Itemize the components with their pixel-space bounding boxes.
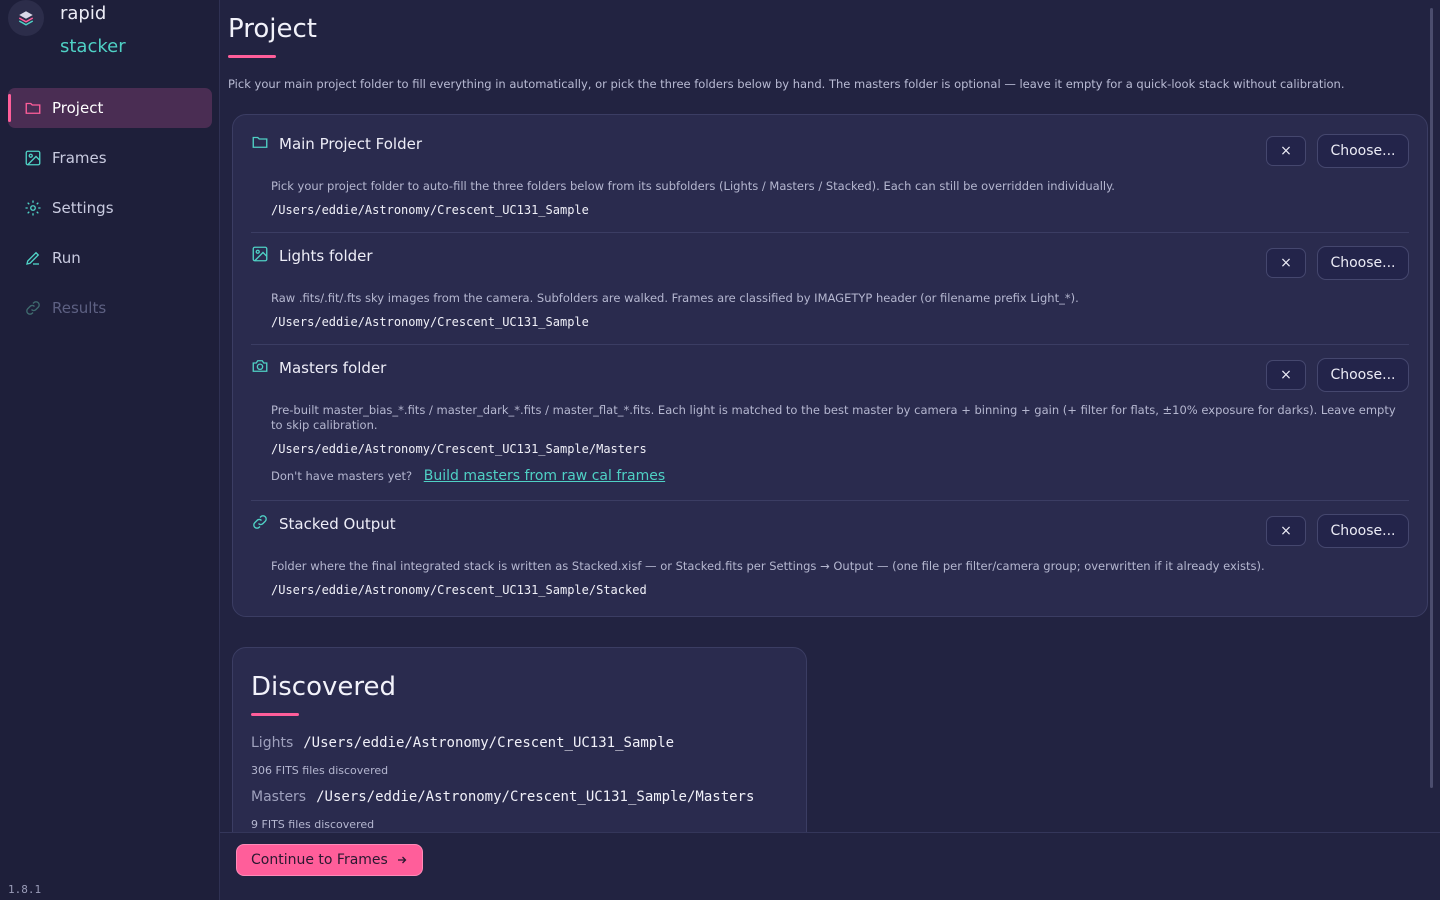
link-icon <box>24 299 42 317</box>
camera-icon <box>251 357 269 375</box>
section-description: Pick your project folder to auto-fill th… <box>271 179 1115 193</box>
sidebar-item-label: Settings <box>52 199 114 217</box>
section-main-project-folder: Main Project Folder × Choose... Pick you… <box>233 115 1427 233</box>
clear-button[interactable]: × <box>1266 360 1306 390</box>
section-title: Lights folder <box>279 247 373 265</box>
sidebar-item-settings[interactable]: Settings <box>8 188 212 228</box>
version-label: 1.8.1 <box>8 883 42 896</box>
sidebar-item-results[interactable]: Results <box>8 288 212 328</box>
arrow-right-icon <box>396 854 408 866</box>
brand-name-line1: rapid <box>60 3 107 24</box>
build-masters-link[interactable]: Build masters from raw cal frames <box>424 468 665 484</box>
discovered-lights-count: 306 FITS files discovered <box>251 764 389 777</box>
choose-button[interactable]: Choose... <box>1317 246 1409 280</box>
section-masters-folder: Masters folder × Choose... Pre-built mas… <box>233 339 1427 499</box>
clear-button[interactable]: × <box>1266 516 1306 546</box>
image-icon <box>251 245 269 263</box>
pen-icon <box>24 249 42 267</box>
folder-path: /Users/eddie/Astronomy/Crescent_UC131_Sa… <box>271 442 647 456</box>
masters-hint-text: Don't have masters yet? <box>271 469 413 483</box>
folder-path: /Users/eddie/Astronomy/Crescent_UC131_Sa… <box>271 203 589 217</box>
title-underline <box>228 55 276 58</box>
clear-button[interactable]: × <box>1266 248 1306 278</box>
clear-button[interactable]: × <box>1266 136 1306 166</box>
folders-card: Main Project Folder × Choose... Pick you… <box>232 114 1428 617</box>
sidebar-item-label: Frames <box>52 149 107 167</box>
section-title: Stacked Output <box>279 515 396 533</box>
discovered-masters-row: Masters/Users/eddie/Astronomy/Crescent_U… <box>251 789 754 805</box>
footer-bar: Continue to Frames <box>220 832 1440 900</box>
section-description: Pre-built master_bias_*.fits / master_da… <box>271 403 1396 432</box>
section-stacked-output: Stacked Output × Choose... Folder where … <box>233 495 1427 613</box>
page-title: Project <box>228 14 317 44</box>
discovered-title: Discovered <box>251 672 396 702</box>
main-content: Project Pick your main project folder to… <box>220 0 1440 900</box>
sidebar-item-label: Results <box>52 299 107 317</box>
sidebar-nav: Project Frames Settings Run Results <box>8 88 212 338</box>
brand-name-line2: stacker <box>60 36 126 57</box>
discovered-card: Discovered Lights/Users/eddie/Astronomy/… <box>232 647 807 847</box>
sidebar-item-project[interactable]: Project <box>8 88 212 128</box>
link-icon <box>251 513 269 531</box>
section-description: Folder where the final integrated stack … <box>271 559 1265 573</box>
section-title: Masters folder <box>279 359 387 377</box>
discovered-masters-count: 9 FITS files discovered <box>251 818 375 831</box>
choose-button[interactable]: Choose... <box>1317 358 1409 392</box>
sidebar-item-frames[interactable]: Frames <box>8 138 212 178</box>
folder-path: /Users/eddie/Astronomy/Crescent_UC131_Sa… <box>271 315 589 329</box>
discovered-masters-label: Masters <box>251 789 307 805</box>
sidebar: rapid stacker Project Frames Settings Ru… <box>0 0 220 900</box>
choose-button[interactable]: Choose... <box>1317 514 1409 548</box>
folder-path: /Users/eddie/Astronomy/Crescent_UC131_Sa… <box>271 583 647 597</box>
choose-button[interactable]: Choose... <box>1317 134 1409 168</box>
folder-icon <box>24 99 42 117</box>
discovered-masters-path: /Users/eddie/Astronomy/Crescent_UC131_Sa… <box>316 789 755 805</box>
masters-hint: Don't have masters yet? Build masters fr… <box>271 468 665 484</box>
page-intro: Pick your main project folder to fill ev… <box>228 77 1345 91</box>
discovered-lights-label: Lights <box>251 735 294 751</box>
section-title: Main Project Folder <box>279 135 423 153</box>
continue-to-frames-button[interactable]: Continue to Frames <box>236 844 423 876</box>
discovered-lights-row: Lights/Users/eddie/Astronomy/Crescent_UC… <box>251 735 674 751</box>
image-icon <box>24 149 42 167</box>
title-underline <box>251 713 299 716</box>
continue-label: Continue to Frames <box>251 852 388 868</box>
sidebar-item-label: Run <box>52 249 81 267</box>
sidebar-item-run[interactable]: Run <box>8 238 212 278</box>
discovered-lights-path: /Users/eddie/Astronomy/Crescent_UC131_Sa… <box>303 735 675 751</box>
brand: rapid stacker <box>8 0 208 64</box>
scrollbar[interactable] <box>1430 8 1433 788</box>
section-lights-folder: Lights folder × Choose... Raw .fits/.fit… <box>233 227 1427 345</box>
folder-icon <box>251 133 269 151</box>
gear-icon <box>24 199 42 217</box>
section-description: Raw .fits/.fit/.fts sky images from the … <box>271 291 1079 305</box>
sidebar-item-label: Project <box>52 99 104 117</box>
layers-logo-icon <box>8 0 44 36</box>
